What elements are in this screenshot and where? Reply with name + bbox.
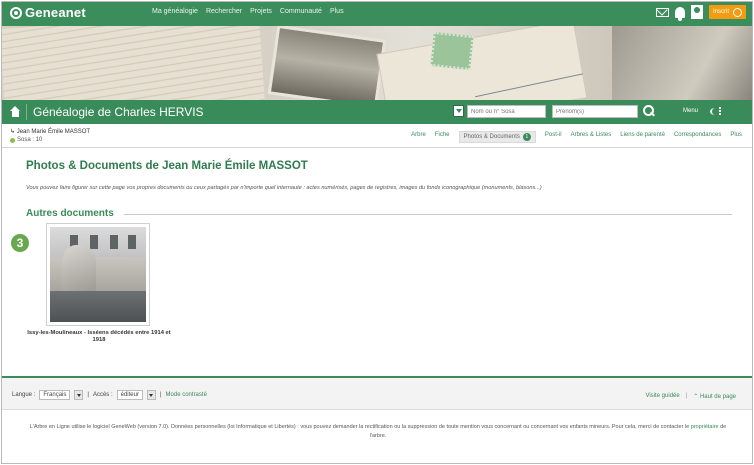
nav-projets[interactable]: Projets: [250, 8, 272, 15]
person-tabs: Arbre Fiche Photos & Documents 1 Post-il…: [411, 131, 742, 143]
thumb-window: [128, 235, 136, 249]
pipe-separator: |: [685, 393, 688, 399]
nav-rechercher[interactable]: Rechercher: [206, 8, 242, 15]
pipe-separator: |: [87, 392, 89, 398]
thumb-window: [110, 235, 118, 249]
pipe-separator: |: [159, 392, 162, 398]
tabs-divider: [2, 147, 752, 148]
person-sosa: Sosa : 10: [10, 136, 90, 144]
section-title: Autres documents: [26, 208, 114, 219]
divider: [26, 104, 27, 120]
banner-old-photo: [267, 26, 387, 100]
acces-select[interactable]: éditeur: [116, 390, 143, 400]
tab-photos-documents[interactable]: Photos & Documents 1: [458, 131, 536, 143]
search-icon[interactable]: [643, 105, 654, 116]
chevron-down-icon[interactable]: [74, 390, 84, 400]
guided-tour-link[interactable]: Visite guidée: [645, 393, 679, 400]
header-banner-image: [2, 26, 752, 100]
banner-stamp: [430, 32, 474, 70]
langue-select[interactable]: Français: [39, 390, 71, 400]
thumb-window: [90, 235, 98, 249]
footer-settings: Langue : Français | Accès : éditeur | Mo…: [12, 390, 207, 400]
tab-arbre[interactable]: Arbre: [411, 132, 426, 143]
menu-icon[interactable]: [710, 107, 722, 116]
top-right-actions: Inscrit: [655, 5, 746, 21]
tab-arbres-listes[interactable]: Arbres & Listes: [571, 132, 612, 143]
geneanet-logo-icon: [10, 6, 22, 19]
chevron-down-icon[interactable]: [146, 390, 156, 400]
tab-photos-label: Photos & Documents: [463, 134, 520, 140]
tree-title[interactable]: Généalogie de Charles HERVIS: [33, 105, 204, 119]
tab-correspondances[interactable]: Correspondances: [674, 132, 721, 143]
nav-communaute[interactable]: Communauté: [280, 8, 322, 15]
tab-plus[interactable]: Plus: [730, 132, 742, 143]
tab-count-badge: 1: [522, 133, 531, 141]
banner-old-letter: [2, 26, 265, 100]
logo-text: Geneanet: [25, 5, 86, 20]
sosa-icon: [10, 137, 15, 143]
search-type-dropdown[interactable]: [453, 105, 464, 117]
top-navigation-bar: Geneanet Ma généalogie Rechercher Projet…: [2, 2, 752, 26]
menu-label[interactable]: Menu: [683, 108, 698, 114]
owner-link[interactable]: propriétaire: [691, 424, 719, 430]
home-icon[interactable]: [10, 106, 21, 117]
tree-title-bar: Généalogie de Charles HERVIS Menu: [2, 100, 752, 124]
document-thumbnail[interactable]: [46, 223, 150, 326]
nav-ma-genealogie[interactable]: Ma généalogie: [152, 8, 198, 15]
thumb-ground: [50, 291, 146, 322]
document-caption[interactable]: Issy-les-Moulineaux - Isséens décédés en…: [24, 330, 174, 344]
coin-icon: [733, 7, 742, 17]
section-divider: [124, 214, 732, 215]
mail-icon[interactable]: [655, 7, 669, 17]
legal-notice: L'Arbre en Ligne utilise le logiciel Gen…: [22, 423, 734, 441]
geneanet-logo[interactable]: Geneanet: [10, 5, 86, 20]
nav-plus[interactable]: Plus: [330, 8, 344, 15]
acces-label: Accès :: [92, 392, 113, 398]
bell-icon[interactable]: [674, 6, 685, 21]
user-icon[interactable]: [690, 5, 703, 19]
sosa-search-input[interactable]: [467, 105, 546, 118]
person-summary: ↳ Jean Marie Émile MASSOT Sosa : 10: [10, 128, 90, 144]
account-button[interactable]: Inscrit: [708, 5, 746, 19]
person-name[interactable]: ↳ Jean Marie Émile MASSOT: [10, 128, 90, 136]
banner-photo-right: [612, 26, 752, 100]
step-badge: 3: [11, 234, 29, 252]
top-nav-menu: Ma généalogie Rechercher Projets Communa…: [152, 8, 344, 15]
tab-fiche[interactable]: Fiche: [435, 132, 450, 143]
page-intro-text: Vous pouvez faire figurer sur cette page…: [26, 185, 542, 191]
tab-post-it[interactable]: Post-il: [545, 132, 562, 143]
account-label: Inscrit: [712, 9, 729, 15]
langue-label: Langue :: [12, 392, 36, 398]
contrast-mode-link[interactable]: Mode contrasté: [166, 392, 207, 398]
page-title: Photos & Documents de Jean Marie Émile M…: [26, 160, 308, 172]
footer-links: Visite guidée | ⌃ Haut de page: [645, 393, 736, 400]
document-image: [50, 227, 146, 322]
tab-liens-parente[interactable]: Liens de parenté: [620, 132, 665, 143]
back-to-top-link[interactable]: ⌃ Haut de page: [693, 393, 736, 400]
legal-text: L'Arbre en Ligne utilise le logiciel Gen…: [29, 424, 690, 430]
firstname-search-input[interactable]: [552, 105, 638, 118]
thumb-statue: [62, 245, 96, 293]
page-frame: Geneanet Ma généalogie Rechercher Projet…: [1, 1, 753, 464]
